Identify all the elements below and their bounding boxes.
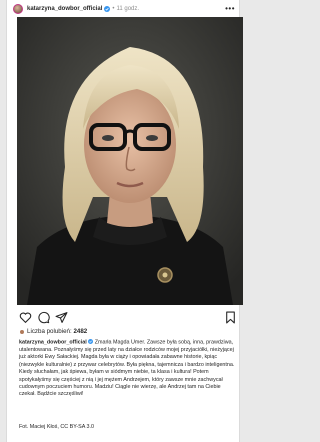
bookmark-icon[interactable] [224,311,237,324]
liker-avatar [19,328,25,335]
post-caption: katarzyna_dowbor_official Zmarła Magda U… [19,339,237,399]
post-photo[interactable] [17,17,243,305]
instagram-post-card: katarzyna_dowbor_official • 11 godz. ••• [6,0,243,442]
post-actions [19,311,235,325]
caption-username[interactable]: katarzyna_dowbor_official [19,340,87,346]
post-header: katarzyna_dowbor_official • 11 godz. ••• [13,2,235,16]
likes-count: 2482 [73,328,88,335]
author-avatar[interactable] [13,4,23,14]
likes-summary[interactable]: Liczba polubień: 2482 [19,328,87,335]
heart-icon[interactable] [19,311,32,324]
caption-text: Zmarła Magda Umer. Zawsze była sobą, inn… [19,339,235,398]
comment-icon[interactable] [37,311,50,324]
verified-badge-icon [104,6,111,12]
likes-label: Liczba polubień: [27,328,72,335]
time-separator: • [112,6,115,12]
more-options-icon[interactable]: ••• [225,5,235,13]
share-icon[interactable] [55,311,68,324]
post-time: 11 godz. [116,6,140,12]
verified-badge-icon [88,339,94,344]
author-username[interactable]: katarzyna_dowbor_official [27,6,102,12]
photo-credit: Fot. Maciej Kłoś, CC BY-SA 3.0 [19,424,94,430]
